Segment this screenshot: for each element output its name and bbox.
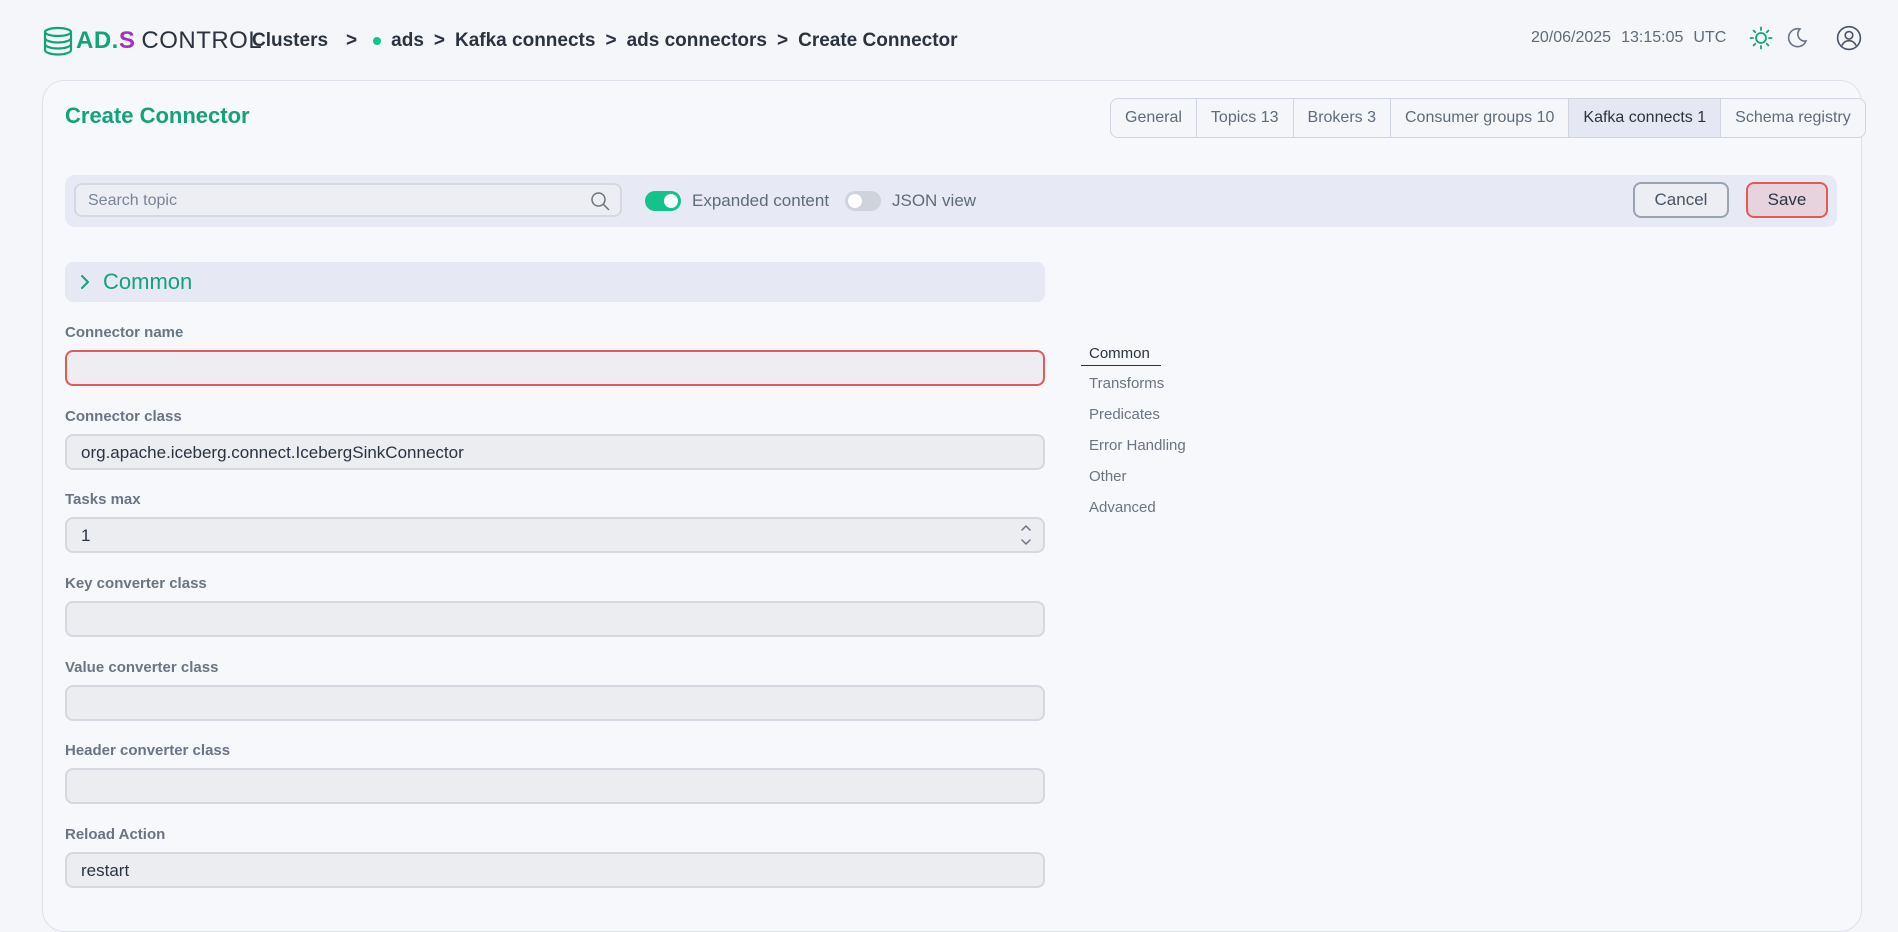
section-nav-other[interactable]: Other <box>1089 468 1127 485</box>
expanded-content-label: Expanded content <box>692 191 830 210</box>
key-converter-class-label: Key converter class <box>65 575 207 592</box>
section-nav-advanced[interactable]: Advanced <box>1089 499 1156 516</box>
app-logo[interactable]: AD. S CONTROL <box>42 22 262 60</box>
number-stepper-icon[interactable] <box>1019 521 1033 549</box>
search-icon[interactable] <box>590 191 610 211</box>
datetime: 20/06/2025 13:15:05 UTC <box>1531 29 1726 47</box>
tab-schema-registry[interactable]: Schema registry <box>1721 99 1865 137</box>
user-icon[interactable] <box>1836 25 1862 51</box>
value-converter-class-input[interactable] <box>79 687 983 721</box>
date-text: 20/06/2025 <box>1531 29 1612 46</box>
connector-class-field <box>65 434 1045 470</box>
tab-consumer-groups[interactable]: Consumer groups 10 <box>1391 99 1570 137</box>
connector-class-label: Connector class <box>65 408 182 425</box>
value-converter-class-label: Value converter class <box>65 659 219 676</box>
cluster-tabs: General Topics 13 Brokers 3 Consumer gro… <box>1110 98 1866 138</box>
section-title: Common <box>103 269 193 294</box>
breadcrumb-separator: > <box>433 30 445 51</box>
section-nav-predicates[interactable]: Predicates <box>1089 406 1160 423</box>
breadcrumb-cluster[interactable]: ads <box>391 30 424 52</box>
timezone-text: UTC <box>1693 29 1727 46</box>
section-common-header[interactable]: Common <box>65 262 1045 302</box>
connector-name-input[interactable] <box>79 352 983 386</box>
connector-class-input[interactable] <box>79 436 983 470</box>
logo-text: AD. S CONTROL <box>76 27 262 55</box>
page-title: Create Connector <box>65 103 250 128</box>
section-nav-error-handling[interactable]: Error Handling <box>1089 437 1186 454</box>
tasks-max-label: Tasks max <box>65 491 141 508</box>
header-converter-class-label: Header converter class <box>65 742 231 759</box>
main-card: Create Connector General Topics 13 Broke… <box>42 80 1866 932</box>
toggle-knob <box>848 194 862 208</box>
breadcrumb-clusters[interactable]: Clusters <box>252 30 328 52</box>
tasks-max-input[interactable] <box>79 519 983 553</box>
breadcrumb-current: Create Connector <box>798 30 958 51</box>
value-converter-class-field <box>65 685 1045 721</box>
active-underline <box>1081 365 1161 366</box>
breadcrumb-separator: > <box>605 30 617 51</box>
toggle-knob <box>664 194 678 208</box>
chevron-right-icon <box>81 275 89 289</box>
breadcrumb-separator: > <box>777 30 789 51</box>
tab-topics[interactable]: Topics 13 <box>1197 99 1294 137</box>
cluster-status-dot <box>373 37 382 45</box>
sun-icon[interactable] <box>1749 26 1773 50</box>
json-view-toggle[interactable] <box>845 191 881 211</box>
connector-name-label: Connector name <box>65 324 184 341</box>
expanded-content-toggle[interactable] <box>645 191 681 211</box>
tab-general[interactable]: General <box>1111 99 1197 137</box>
search-box <box>74 183 622 217</box>
key-converter-class-input[interactable] <box>79 603 983 637</box>
connector-name-field <box>65 350 1045 386</box>
breadcrumb: Clusters > ads > Kafka connects > ads co… <box>252 30 958 52</box>
search-input[interactable] <box>86 185 580 217</box>
section-nav-label: Common <box>1089 345 1150 362</box>
header-converter-class-input[interactable] <box>79 770 983 804</box>
time-text: 13:15:05 <box>1621 29 1684 46</box>
app-header: AD. S CONTROL Clusters > ads > Kafka conn… <box>0 0 1898 80</box>
header-converter-class-field <box>65 768 1045 804</box>
save-button[interactable]: Save <box>1746 182 1828 218</box>
logo-control: CONTROL <box>141 27 263 54</box>
logo-dot: . <box>111 27 119 54</box>
cancel-button[interactable]: Cancel <box>1633 182 1729 218</box>
database-logo-icon <box>43 26 73 56</box>
tab-brokers[interactable]: Brokers 3 <box>1294 99 1391 137</box>
moon-icon[interactable] <box>1785 26 1809 50</box>
breadcrumb-connectors[interactable]: ads connectors <box>627 30 767 52</box>
section-nav-common[interactable]: Common <box>1081 345 1161 366</box>
json-view-label: JSON view <box>892 191 977 210</box>
breadcrumb-kafka-connects[interactable]: Kafka connects <box>455 30 595 52</box>
reload-action-label: Reload Action <box>65 826 166 843</box>
logo-ad: AD <box>76 27 112 54</box>
section-nav-transforms[interactable]: Transforms <box>1089 375 1164 392</box>
breadcrumb-separator: > <box>346 30 358 51</box>
logo-s: S <box>118 27 136 54</box>
tasks-max-field <box>65 517 1045 553</box>
key-converter-class-field <box>65 601 1045 637</box>
reload-action-input[interactable] <box>79 854 983 888</box>
tab-kafka-connects[interactable]: Kafka connects 1 <box>1569 99 1722 137</box>
reload-action-field <box>65 852 1045 888</box>
toolbar: Expanded content JSON view Cancel Save <box>65 175 1837 227</box>
